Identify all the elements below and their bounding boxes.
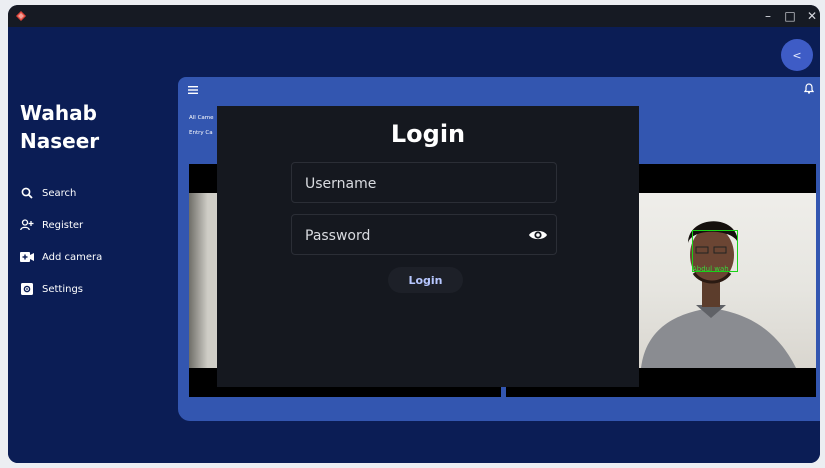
password-input[interactable] xyxy=(303,215,522,256)
sidebar-item-search[interactable]: Search xyxy=(20,184,76,202)
close-button[interactable]: ✕ xyxy=(798,5,820,27)
person-add-icon xyxy=(20,218,34,232)
sidebar-item-add-camera[interactable]: Add camera xyxy=(20,248,102,266)
video-camera-add-icon xyxy=(20,250,34,264)
username-field[interactable] xyxy=(291,162,557,204)
back-button[interactable]: < xyxy=(781,39,813,71)
username-input[interactable] xyxy=(303,163,522,204)
hamburger-menu-icon[interactable] xyxy=(188,81,198,94)
sidebar-item-label: Search xyxy=(42,187,77,199)
user-name: Wahab Naseer xyxy=(20,99,99,155)
sidebar-item-label: Register xyxy=(42,219,84,231)
sidebar-item-register[interactable]: Register xyxy=(20,216,83,234)
bell-icon[interactable] xyxy=(803,81,815,94)
user-first-name: Wahab xyxy=(20,101,97,125)
face-name-label: Abdul wah xyxy=(692,265,729,273)
app-logo-icon xyxy=(15,10,27,22)
sidebar-item-label: Add camera xyxy=(42,251,103,263)
search-icon xyxy=(20,186,34,200)
settings-icon xyxy=(20,282,34,296)
entry-camera-label[interactable]: Entry Ca xyxy=(189,130,219,136)
password-field[interactable] xyxy=(291,214,557,256)
user-last-name: Naseer xyxy=(20,129,100,153)
all-cameras-label[interactable]: All Came xyxy=(189,115,219,121)
back-icon: < xyxy=(792,48,802,62)
title-bar: – □ ✕ xyxy=(8,5,820,27)
sidebar-item-settings[interactable]: Settings xyxy=(20,280,83,298)
app-content: < Wahab Naseer Search Register Add camer… xyxy=(8,27,820,463)
eye-icon[interactable] xyxy=(528,226,548,244)
login-title: Login xyxy=(390,120,466,148)
login-dialog: Login Login xyxy=(217,106,639,387)
app-window: – □ ✕ < Wahab Naseer Search Register Add… xyxy=(8,5,820,463)
login-button[interactable]: Login xyxy=(388,267,463,293)
sidebar-item-label: Settings xyxy=(42,283,84,295)
